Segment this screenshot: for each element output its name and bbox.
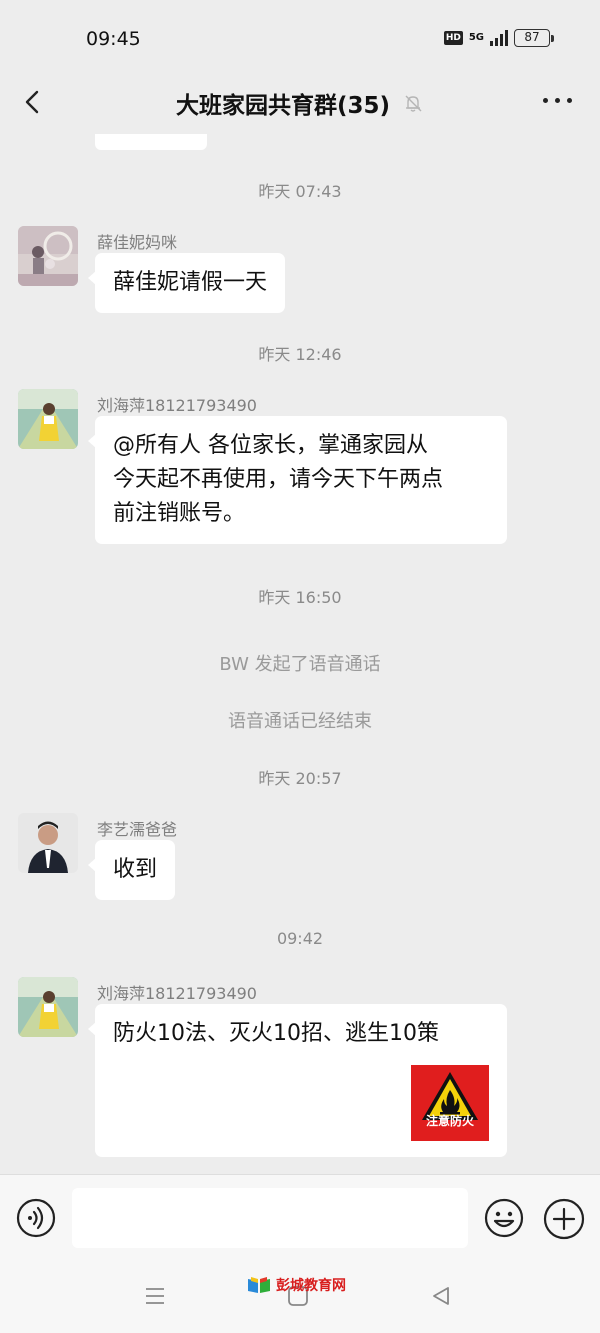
bell-off-icon: [405, 95, 422, 112]
plus-icon[interactable]: [543, 1198, 585, 1240]
link-card-bubble[interactable]: 防火10法、灭火10招、逃生10策 注意防火: [88, 1004, 507, 1157]
message-text-line: 今天起不再使用，请今天下午两点: [113, 467, 444, 492]
voice-input-icon[interactable]: [16, 1198, 56, 1238]
message-input[interactable]: [72, 1188, 468, 1248]
timestamp: 昨天 16:50: [258, 588, 342, 607]
system-notice: 语音通话已经结束: [228, 711, 372, 732]
menu-icon[interactable]: [144, 1285, 166, 1307]
avatar[interactable]: [18, 226, 78, 286]
battery-icon: 87: [514, 29, 554, 47]
message-bubble[interactable]: 收到: [87, 840, 176, 900]
previous-message-bubble: [95, 134, 207, 150]
message-text-line: 前注销账号。: [113, 501, 246, 526]
fire-sign-label: 注意防火: [425, 1114, 474, 1128]
avatar[interactable]: [18, 813, 78, 873]
status-bar: 09:45 HD 5G 87: [0, 0, 600, 72]
emoji-icon[interactable]: [484, 1198, 524, 1238]
chat-header: 大班家园共育群(35): [0, 72, 600, 134]
status-icons: HD 5G 87: [443, 29, 554, 47]
book-logo-icon: [248, 1277, 270, 1293]
timestamp: 昨天 20:57: [258, 769, 342, 788]
watermark-text: 彭城教育网: [276, 1278, 346, 1294]
input-bar: [0, 1174, 600, 1260]
chat-title-area: 大班家园共育群(35): [0, 86, 600, 120]
watermark: 彭城教育网: [246, 1275, 346, 1295]
message-list[interactable]: 昨天 07:43 薛佳妮妈咪 薛佳妮请假一天 昨天 12:46 刘海萍18121…: [0, 134, 600, 1174]
system-notice: BW 发起了语音通话: [219, 654, 381, 675]
status-time: 09:45: [86, 28, 141, 50]
message-text: 收到: [113, 857, 158, 882]
back-triangle-icon[interactable]: [430, 1285, 452, 1307]
message-bubble[interactable]: @所有人 各位家长，掌通家园从 今天起不再使用，请今天下午两点 前注销账号。: [88, 416, 507, 544]
chat-title[interactable]: 大班家园共育群(35): [176, 86, 390, 120]
network-type: 5G: [468, 32, 484, 43]
avatar[interactable]: [18, 977, 78, 1037]
timestamp: 09:42: [276, 929, 324, 948]
avatar[interactable]: [18, 389, 78, 449]
battery-level: 87: [514, 29, 550, 47]
message-text-line: @所有人 各位家长，掌通家园从: [113, 433, 428, 458]
sender-name: 薛佳妮妈咪: [97, 233, 178, 252]
sender-name: 李艺濡爸爸: [97, 820, 178, 839]
fire-warning-sign: 注意防火: [411, 1065, 489, 1141]
link-card-title: 防火10法、灭火10招、逃生10策: [113, 1021, 439, 1046]
message-text: 薛佳妮请假一天: [113, 270, 268, 295]
hd-badge: HD: [443, 31, 463, 45]
system-nav-bar: 彭城教育网: [0, 1260, 600, 1333]
timestamp: 昨天 07:43: [258, 182, 342, 201]
sender-name: 刘海萍18121793490: [97, 396, 257, 415]
message-bubble[interactable]: 薛佳妮请假一天: [87, 253, 286, 313]
more-dots-icon[interactable]: [543, 98, 572, 103]
sender-name: 刘海萍18121793490: [97, 984, 257, 1003]
signal-icon: [490, 30, 508, 46]
timestamp: 昨天 12:46: [258, 345, 342, 364]
